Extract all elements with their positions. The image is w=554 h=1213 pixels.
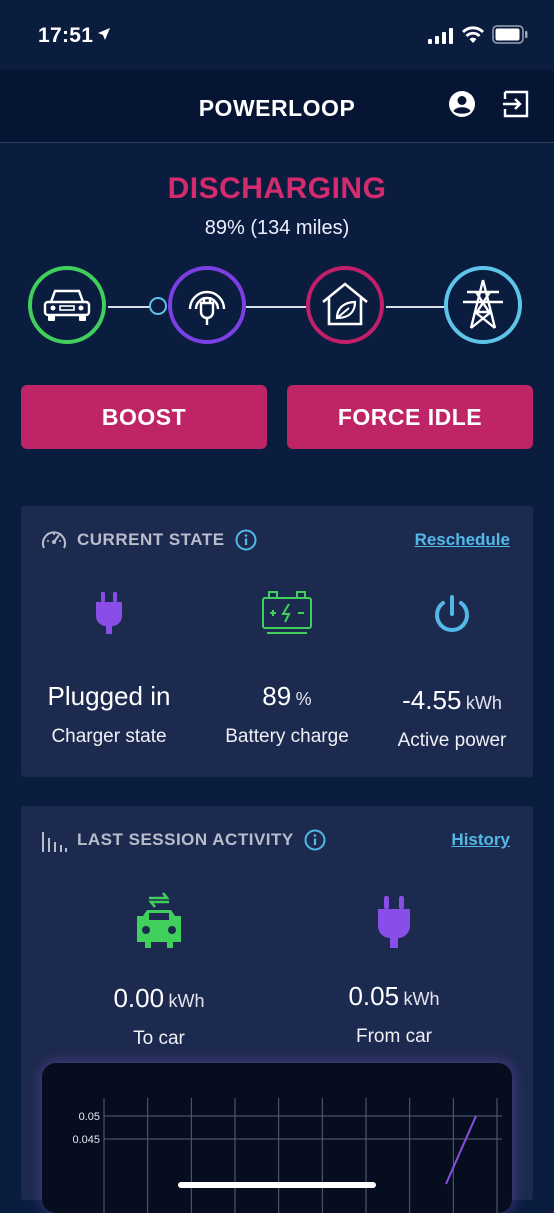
active-power-stat: -4.55 kWh Active power: [367, 594, 537, 752]
battery-charge-value: 89: [262, 681, 292, 711]
reschedule-link[interactable]: Reschedule: [415, 530, 510, 550]
session-chart: 0.05 0.045: [42, 1063, 512, 1213]
active-power-label: Active power: [397, 730, 507, 751]
car-node[interactable]: [28, 266, 106, 344]
status-time: 17:51: [38, 24, 94, 47]
to-car-label: To car: [133, 1028, 185, 1049]
info-icon[interactable]: [235, 529, 257, 551]
to-car-value: 0.00: [113, 983, 165, 1013]
from-car-stat: 0.05 kWh From car: [309, 896, 479, 1048]
status-bar: 17:51: [0, 0, 554, 70]
energy-flow-diagram: [0, 262, 554, 352]
grid-node[interactable]: [444, 266, 522, 344]
power-icon: [435, 595, 469, 632]
wifi-icon: [462, 26, 484, 43]
active-power-unit: kWh: [465, 693, 502, 713]
home-indicator[interactable]: [178, 1182, 376, 1188]
from-car-unit: kWh: [403, 989, 440, 1009]
car-charging-icon: [137, 892, 181, 948]
last-session-title: LAST SESSION ACTIVITY: [77, 830, 294, 849]
car-icon: [43, 289, 91, 321]
from-car-value: 0.05: [348, 981, 400, 1011]
current-state-title: CURRENT STATE: [77, 530, 225, 549]
logout-icon[interactable]: [502, 90, 530, 118]
discharging-status: DISCHARGING: [167, 172, 387, 205]
account-circle-icon[interactable]: [448, 90, 476, 118]
power-grid-tower-icon: [463, 279, 503, 329]
current-state-card: CURRENT STATE Reschedule Plugged in Char…: [21, 506, 533, 777]
charger-node[interactable]: [168, 266, 246, 344]
y-tick-label: 0.045: [72, 1134, 100, 1146]
charger-state-label: Charger state: [51, 726, 167, 747]
plug-icon: [378, 896, 410, 948]
charger-plug-icon: [188, 290, 226, 325]
flow-connector: [246, 306, 306, 308]
info-icon[interactable]: [304, 829, 326, 851]
home-node[interactable]: [306, 266, 384, 344]
flow-dot: [149, 297, 167, 315]
boost-button[interactable]: BOOST: [21, 385, 267, 449]
charger-state-value: Plugged in: [47, 681, 171, 711]
y-tick-label: 0.05: [79, 1111, 100, 1123]
history-link[interactable]: History: [451, 830, 510, 850]
flow-connector: [386, 306, 446, 308]
force-idle-button[interactable]: FORCE IDLE: [287, 385, 533, 449]
to-car-unit: kWh: [168, 991, 205, 1011]
battery-status-icon: [492, 25, 528, 44]
plug-icon: [96, 592, 122, 634]
to-car-stat: 0.00 kWh To car: [74, 890, 244, 1050]
battery-charge-stat: 89 % Battery charge: [202, 590, 372, 748]
cellular-signal-icon: [428, 28, 453, 44]
current-state-header: CURRENT STATE: [41, 528, 257, 552]
location-arrow-icon: [98, 28, 110, 40]
battery-icon: [262, 591, 312, 634]
app-header: POWERLOOP: [0, 70, 554, 143]
eco-home-icon: [322, 282, 368, 326]
battery-charge-unit: %: [295, 689, 312, 709]
last-session-header: LAST SESSION ACTIVITY: [41, 828, 326, 852]
battery-charge-label: Battery charge: [225, 726, 349, 747]
from-car-label: From car: [356, 1026, 432, 1047]
speedometer-icon: [42, 531, 66, 549]
session-chart-svg: 0.05 0.045: [72, 1098, 502, 1213]
battery-range: 89% (134 miles): [204, 217, 350, 239]
active-power-value: -4.55: [402, 685, 462, 715]
charger-state-stat: Plugged in Charger state: [24, 592, 194, 748]
bar-chart-icon: [42, 832, 67, 852]
series-line: [445, 1115, 477, 1185]
